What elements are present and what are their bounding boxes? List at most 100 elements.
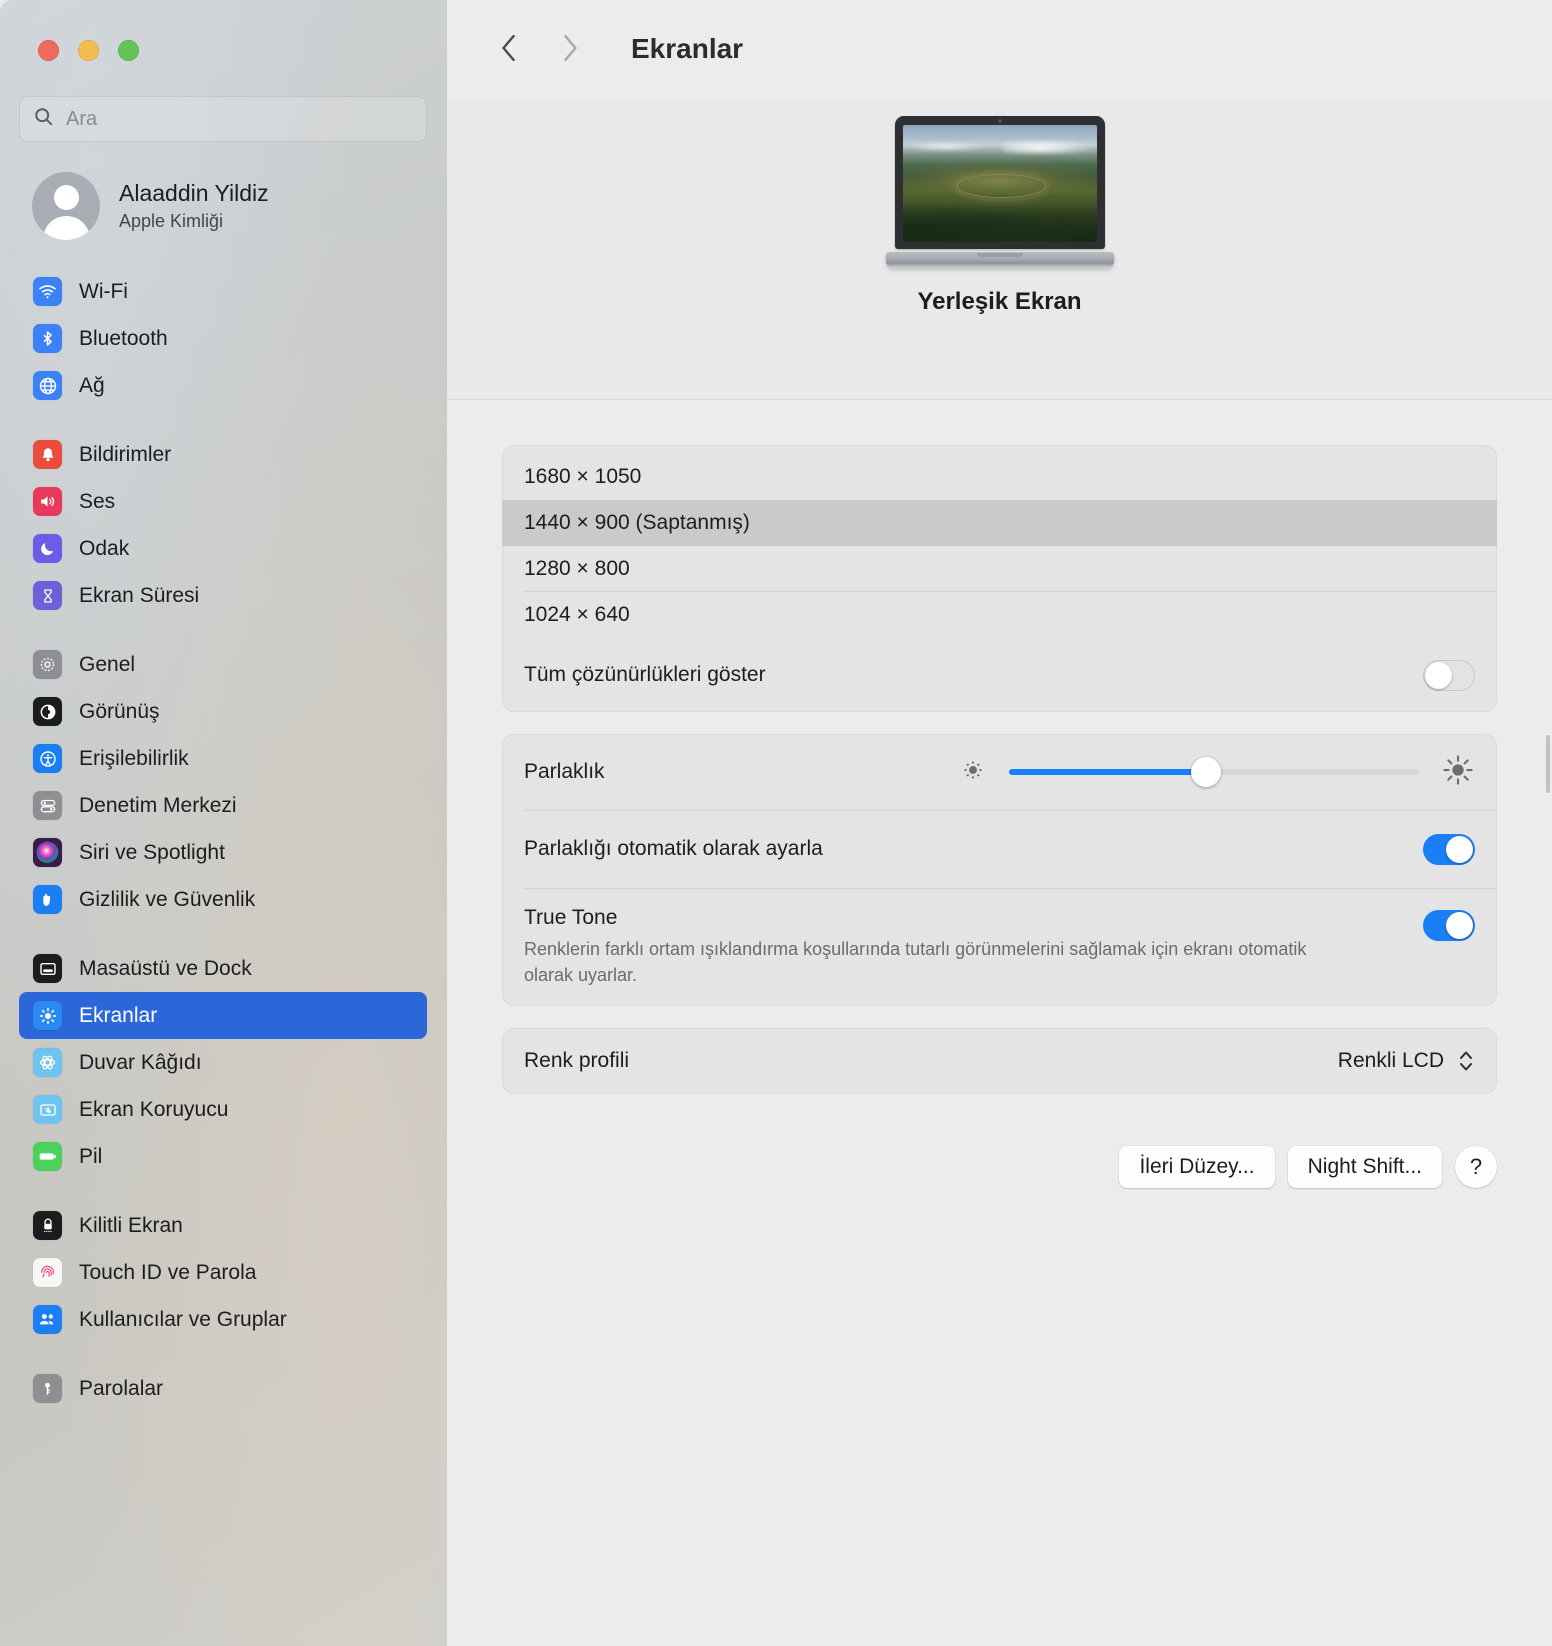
minimize-button[interactable] [78, 40, 99, 61]
macbook-display-icon [885, 116, 1114, 268]
back-button[interactable] [492, 28, 526, 70]
sidebar-item-lock-screen[interactable]: Kilitli Ekran [19, 1202, 427, 1249]
account-subtitle: Apple Kimliği [119, 210, 224, 231]
auto-brightness-toggle[interactable] [1423, 833, 1475, 865]
sidebar-item-label: Ağ [79, 373, 105, 397]
resolution-option[interactable]: 1024 × 640 [502, 592, 1497, 638]
action-buttons: İleri Düzey... Night Shift... ? [502, 1094, 1497, 1189]
show-all-resolutions-toggle[interactable] [1423, 659, 1475, 691]
resolution-option[interactable]: 1680 × 1050 [502, 454, 1497, 500]
brightness-label: Parlaklık [524, 760, 605, 783]
sidebar-item-label: Parolalar [79, 1376, 164, 1400]
chevron-up-down-icon [1456, 1046, 1475, 1076]
settings-content: 1680 × 1050 1440 × 900 (Saptanmış) 1280 … [447, 400, 1552, 1189]
hand-icon [33, 885, 62, 914]
auto-brightness-label: Parlaklığı otomatik olarak ayarla [524, 837, 823, 860]
forward-button[interactable] [553, 28, 587, 70]
sidebar-item-accessibility[interactable]: Erişilebilirlik [19, 735, 427, 782]
brightness-slider-handle[interactable] [1190, 757, 1221, 787]
night-shift-button[interactable]: Night Shift... [1287, 1146, 1442, 1189]
sidebar-item-network[interactable]: Ağ [19, 362, 427, 409]
color-profile-card: Renk profili Renkli LCD [502, 1028, 1497, 1095]
sidebar-item-appearance[interactable]: Görünüş [19, 688, 427, 735]
resolution-list: 1680 × 1050 1440 × 900 (Saptanmış) 1280 … [502, 445, 1497, 638]
resolution-option[interactable]: 1280 × 800 [502, 546, 1497, 592]
gear-icon [33, 650, 62, 679]
bell-icon [33, 440, 62, 469]
sidebar-item-sound[interactable]: Ses [19, 478, 427, 525]
auto-brightness-row: Parlaklığı otomatik olarak ayarla [502, 810, 1497, 888]
search-input[interactable] [66, 107, 413, 131]
sidebar-item-control-center[interactable]: Denetim Merkezi [19, 782, 427, 829]
sidebar-item-label: Ses [79, 489, 116, 513]
sidebar-item-label: Gizlilik ve Güvenlik [79, 887, 256, 911]
scrollbar-indicator[interactable] [1546, 735, 1550, 793]
color-profile-label: Renk profili [524, 1049, 630, 1073]
sidebar-item-label: Genel [79, 652, 136, 676]
search-field[interactable] [19, 96, 427, 142]
sidebar-item-screensaver[interactable]: Ekran Koruyucu [19, 1086, 427, 1133]
sidebar-item-touch-id[interactable]: Touch ID ve Parola [19, 1249, 427, 1296]
sidebar-item-label: Duvar Kâğıdı [79, 1050, 202, 1074]
speaker-icon [33, 487, 62, 516]
sidebar-item-label: Ekran Koruyucu [79, 1097, 229, 1121]
toolbar: Ekranlar [447, 0, 1552, 98]
display-name: Yerleşik Ekran [917, 288, 1082, 315]
nav-group-display: Masaüstü ve Dock Ekranlar Duvar Kâğıdı E… [0, 945, 447, 1180]
moon-icon [33, 534, 62, 563]
hourglass-icon [33, 581, 62, 610]
resolution-option-selected[interactable]: 1440 × 900 (Saptanmış) [502, 500, 1497, 546]
users-icon [33, 1305, 62, 1334]
color-profile-row: Renk profili Renkli LCD [502, 1028, 1497, 1094]
account-name: Alaaddin Yildiz [119, 179, 269, 206]
sidebar-item-users-groups[interactable]: Kullanıcılar ve Gruplar [19, 1296, 427, 1343]
wifi-icon [33, 277, 62, 306]
sidebar-item-bluetooth[interactable]: Bluetooth [19, 315, 427, 362]
true-tone-description: Renklerin farklı ortam ışıklandırma koşu… [524, 939, 1307, 986]
sidebar-item-privacy-security[interactable]: Gizlilik ve Güvenlik [19, 876, 427, 923]
sidebar-item-label: Bildirimler [79, 442, 172, 466]
brightness-card: Parlaklık Parlaklığı otomatik olarak aya… [502, 734, 1497, 1007]
bluetooth-icon [33, 324, 62, 353]
sidebar-item-passwords[interactable]: Parolalar [19, 1365, 427, 1412]
sidebar-item-notifications[interactable]: Bildirimler [19, 431, 427, 478]
wallpaper-icon [33, 1048, 62, 1077]
sidebar-item-siri-spotlight[interactable]: Siri ve Spotlight [19, 829, 427, 876]
sidebar-item-label: Görünüş [79, 699, 160, 723]
chevron-right-icon [559, 31, 581, 68]
fingerprint-icon [33, 1258, 62, 1287]
sidebar-item-general[interactable]: Genel [19, 641, 427, 688]
nav-group-security: Kilitli Ekran Touch ID ve Parola Kullanı… [0, 1202, 447, 1343]
sidebar-item-battery[interactable]: Pil [19, 1133, 427, 1180]
system-settings-window: Alaaddin Yildiz Apple Kimliği Wi-Fi [0, 0, 1552, 1646]
sun-low-icon [959, 756, 987, 789]
brightness-slider[interactable] [1009, 757, 1419, 787]
zoom-button[interactable] [118, 40, 139, 61]
color-profile-popup[interactable]: Renkli LCD [1338, 1046, 1475, 1076]
sun-high-icon [1441, 753, 1475, 792]
show-all-resolutions-row: Tüm çözünürlükleri göster [502, 638, 1497, 712]
sidebar-item-screen-time[interactable]: Ekran Süresi [19, 572, 427, 619]
page-title: Ekranlar [631, 33, 744, 64]
sidebar-item-label: Odak [79, 536, 130, 560]
accessibility-icon [33, 744, 62, 773]
sidebar-item-wallpaper[interactable]: Duvar Kâğıdı [19, 1039, 427, 1086]
sidebar-item-desktop-dock[interactable]: Masaüstü ve Dock [19, 945, 427, 992]
sidebar-item-label: Erişilebilirlik [79, 746, 189, 770]
help-button[interactable]: ? [1455, 1146, 1497, 1189]
sidebar-item-focus[interactable]: Odak [19, 525, 427, 572]
sidebar-item-label: Ekranlar [79, 1003, 158, 1027]
true-tone-toggle[interactable] [1423, 910, 1475, 941]
advanced-button[interactable]: İleri Düzey... [1119, 1146, 1275, 1189]
settings-nav: Wi-Fi Bluetooth Ağ Bildirimler Ses Odak … [0, 268, 447, 1412]
color-profile-value: Renkli LCD [1337, 1049, 1444, 1073]
close-button[interactable] [38, 40, 59, 61]
sidebar-item-displays[interactable]: Ekranlar [19, 992, 427, 1039]
sidebar-item-wifi[interactable]: Wi-Fi [19, 268, 427, 315]
apple-id-account-row[interactable]: Alaaddin Yildiz Apple Kimliği [32, 166, 447, 246]
globe-icon [33, 371, 62, 400]
appearance-icon [33, 697, 62, 726]
true-tone-label: True Tone [524, 906, 618, 929]
nav-group-system: Genel Görünüş Erişilebilirlik Denetim Me… [0, 641, 447, 923]
resolution-label: 1024 × 640 [524, 603, 630, 626]
